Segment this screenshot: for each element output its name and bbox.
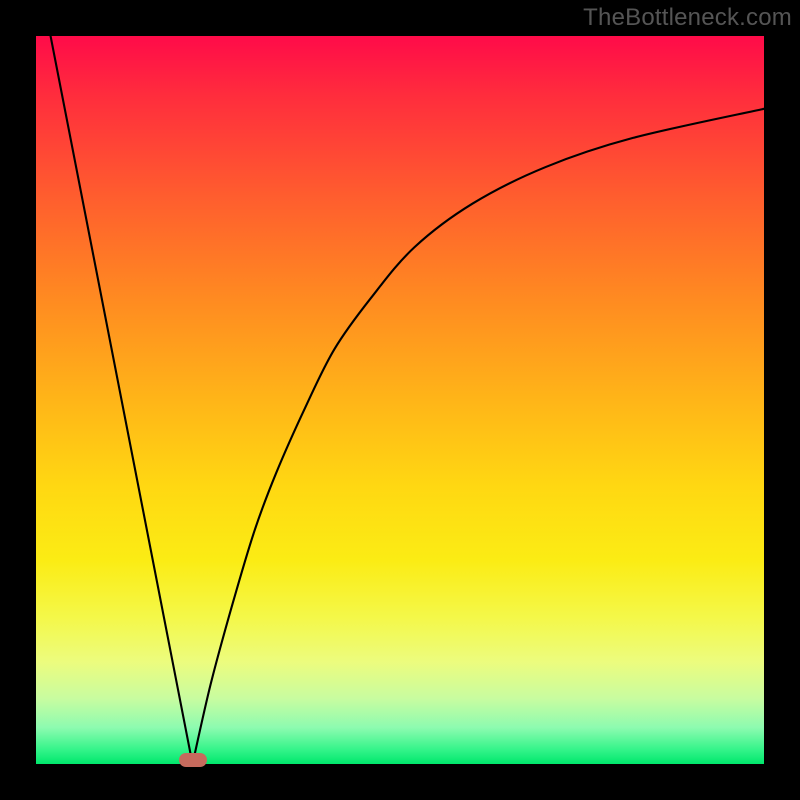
left-branch-line	[51, 36, 193, 764]
chart-frame: TheBottleneck.com	[0, 0, 800, 800]
right-branch-line	[193, 109, 764, 764]
watermark-text: TheBottleneck.com	[583, 4, 792, 32]
minimum-marker	[179, 753, 207, 767]
curve-svg	[36, 36, 764, 764]
plot-area	[36, 36, 764, 764]
